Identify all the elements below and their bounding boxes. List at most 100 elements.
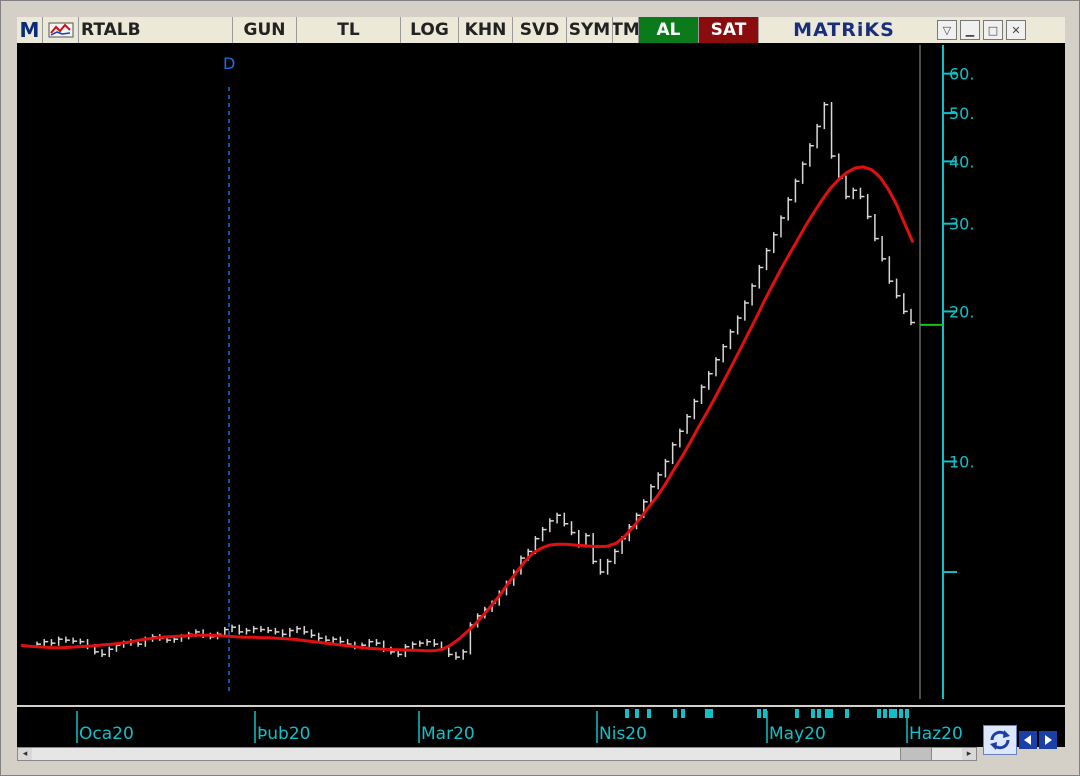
event-marker <box>883 709 887 718</box>
price-bar <box>245 627 251 635</box>
event-marker <box>811 709 815 718</box>
scroll-thumb[interactable] <box>900 748 932 760</box>
event-marker <box>889 709 893 718</box>
price-bar <box>433 639 439 647</box>
event-marker <box>681 709 685 718</box>
event-marker <box>829 709 833 718</box>
price-bar <box>700 384 706 404</box>
price-bar <box>289 627 294 637</box>
price-bar <box>72 637 78 644</box>
price-bar <box>101 649 107 658</box>
event-marker <box>899 709 903 718</box>
price-bar <box>809 143 814 167</box>
event-marker <box>795 709 799 718</box>
price-bar <box>664 458 670 478</box>
price-tick-label: 60. <box>949 65 974 84</box>
refresh-icon[interactable] <box>983 725 1017 755</box>
price-bar <box>303 626 309 635</box>
scroll-right-icon[interactable]: ▸ <box>962 748 976 760</box>
price-bar <box>599 558 605 575</box>
price-bar <box>231 624 237 633</box>
arrow-left-icon[interactable] <box>1019 731 1037 749</box>
time-tick-label: Oca20 <box>79 724 134 744</box>
price-bar <box>296 626 302 634</box>
price-bar <box>50 639 56 646</box>
price-tick-label: 30. <box>949 215 974 234</box>
log-scale-button[interactable]: LOG <box>401 17 459 43</box>
period-button[interactable]: GUN <box>233 17 297 43</box>
price-bar <box>830 102 836 159</box>
price-bar <box>773 232 778 254</box>
price-bar <box>859 187 865 200</box>
price-bar <box>375 639 381 646</box>
price-bar <box>65 636 70 643</box>
price-tick-label: 20. <box>949 302 974 321</box>
close-icon[interactable]: ✕ <box>1006 20 1026 40</box>
price-bar <box>671 442 677 465</box>
price-bar <box>86 639 92 650</box>
event-marker <box>635 709 639 718</box>
khn-button[interactable]: KHN <box>459 17 513 43</box>
event-marker <box>817 709 821 718</box>
price-bar <box>614 548 619 565</box>
price-bar <box>455 651 460 660</box>
horizontal-scrollbar[interactable]: ◂ ▸ <box>17 747 977 761</box>
sell-button[interactable]: SAT <box>699 17 759 43</box>
price-bar <box>563 512 569 527</box>
price-bar <box>267 626 273 634</box>
price-bar <box>823 102 829 130</box>
price-bar <box>556 512 562 524</box>
minimize-icon[interactable]: ▁ <box>960 20 980 40</box>
price-bar <box>895 278 901 299</box>
price-tick-label: 50. <box>949 104 974 123</box>
chart-toolbar: M RTALB GUN TL LOG KHN SVD SYM TM AL SAT… <box>17 17 1065 44</box>
event-marker <box>647 709 651 718</box>
event-marker <box>763 709 767 718</box>
symbol-field[interactable]: RTALB <box>79 17 233 43</box>
price-bar <box>419 640 424 647</box>
currency-button[interactable]: TL <box>297 17 401 43</box>
time-tick-label: Nis20 <box>599 724 647 744</box>
price-chart[interactable]: 60. 50. 40. 30. 20. 10. D <box>17 43 1065 705</box>
price-bar <box>310 629 316 638</box>
price-bar <box>852 187 858 200</box>
event-marker <box>673 709 677 718</box>
price-bar <box>43 639 49 647</box>
price-bar <box>79 638 85 645</box>
price-bar <box>679 428 684 448</box>
price-bar <box>722 344 728 363</box>
price-bar <box>787 197 793 221</box>
price-bar <box>744 300 749 321</box>
matriks-logo[interactable]: M <box>17 17 43 43</box>
price-bar <box>339 636 345 645</box>
brand-label: MATRiKS <box>759 17 929 43</box>
time-tick-label: Haz20 <box>909 724 963 744</box>
navigation-controls <box>983 723 1067 757</box>
dropdown-icon[interactable]: ▽ <box>937 20 957 40</box>
price-bar <box>888 256 894 284</box>
price-bar <box>108 646 114 658</box>
price-bar <box>751 283 757 306</box>
price-bar <box>657 472 663 490</box>
marker-label: D <box>223 54 235 73</box>
price-bar <box>801 161 807 184</box>
price-bar <box>866 193 872 220</box>
price-bar <box>765 247 771 271</box>
buy-button[interactable]: AL <box>639 17 699 43</box>
price-bar <box>317 632 323 641</box>
price-bar <box>274 627 280 635</box>
scroll-left-icon[interactable]: ◂ <box>18 748 32 760</box>
price-bar <box>260 626 265 633</box>
maximize-icon[interactable]: □ <box>983 20 1003 40</box>
price-tick-label: 10. <box>949 452 974 471</box>
event-marker <box>709 709 713 718</box>
arrow-right-icon[interactable] <box>1039 731 1057 749</box>
symbol-search-icon[interactable] <box>43 17 79 43</box>
price-bar <box>881 236 887 262</box>
price-bar <box>549 518 554 533</box>
price-bar <box>686 414 692 434</box>
sym-button[interactable]: SYM <box>567 17 613 43</box>
tm-button[interactable]: TM <box>613 17 639 43</box>
price-bar <box>794 178 800 203</box>
svd-button[interactable]: SVD <box>513 17 567 43</box>
